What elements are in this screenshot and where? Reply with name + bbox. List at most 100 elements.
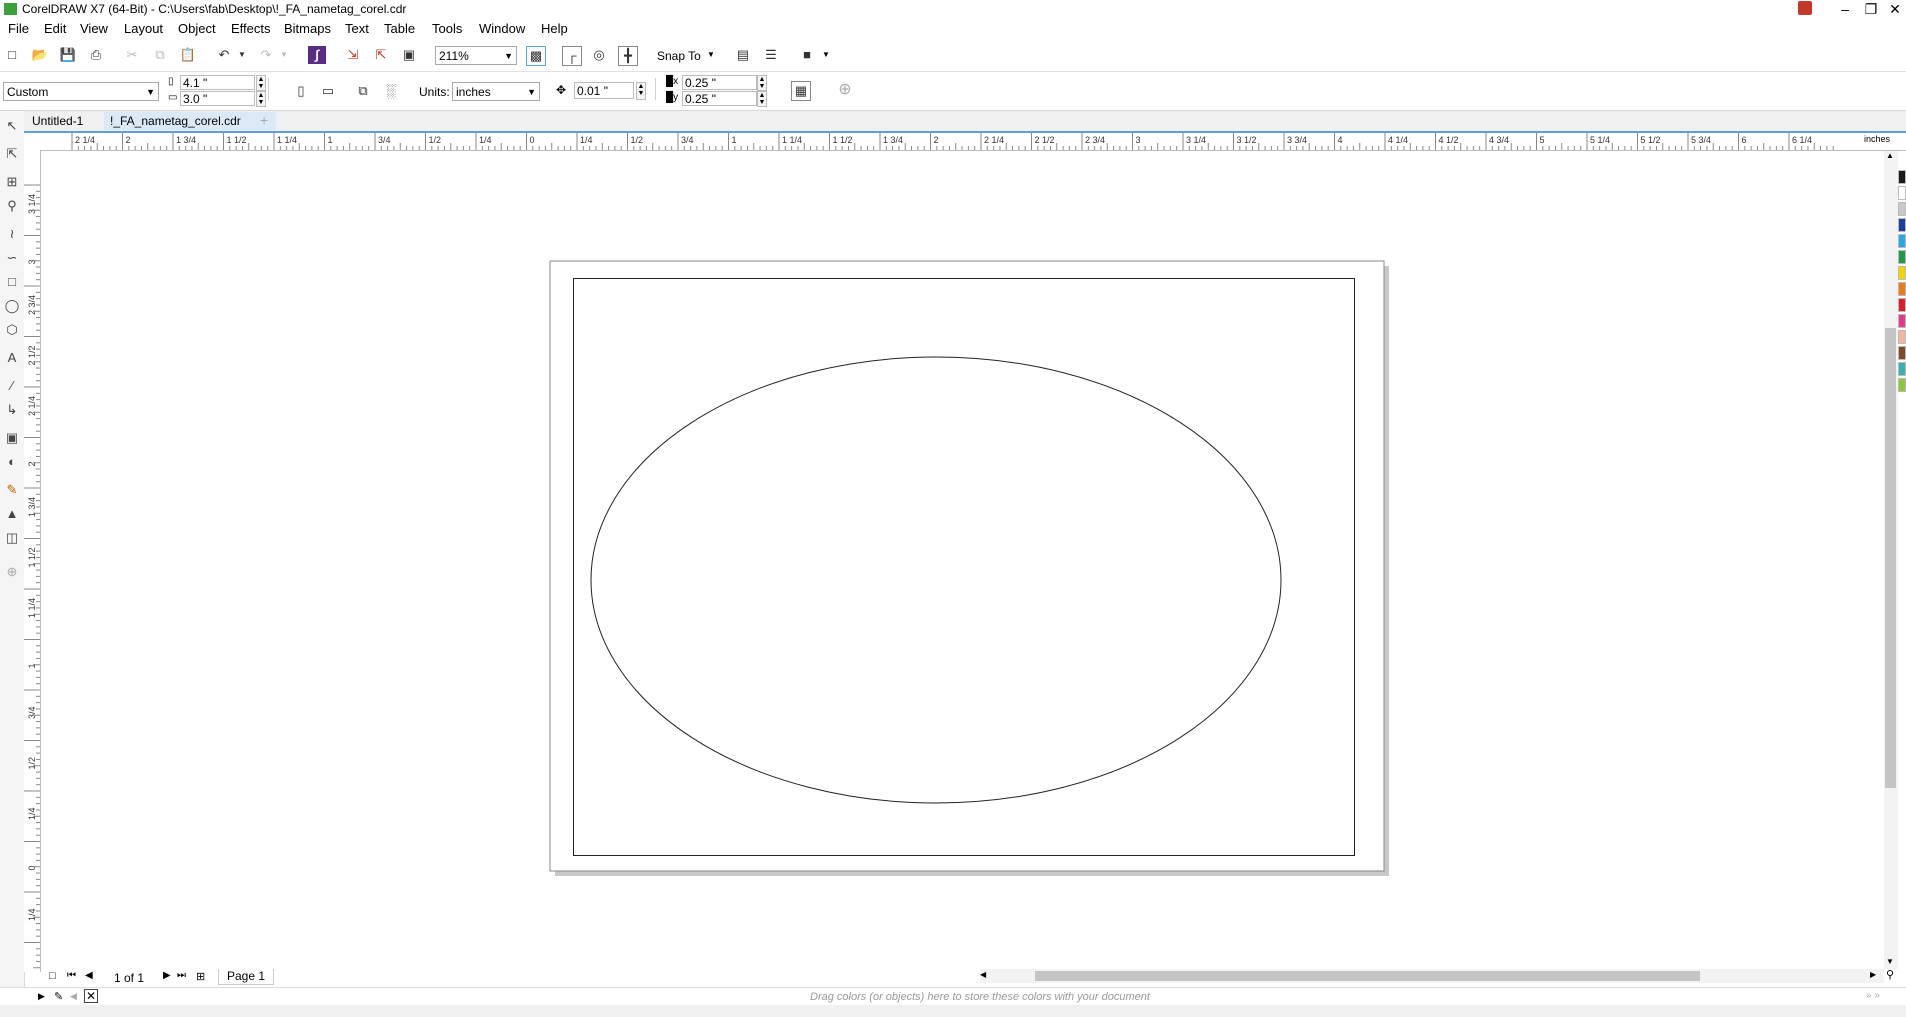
color-swatch[interactable] — [1898, 282, 1906, 296]
restore-button[interactable]: ❐ — [1858, 0, 1884, 18]
page-width-field[interactable]: 4.1 " — [180, 75, 255, 90]
color-swatch[interactable] — [1898, 202, 1906, 216]
save-icon[interactable]: 💾 — [59, 46, 77, 64]
page-height-spinner[interactable]: ▲ ▼ — [256, 91, 266, 107]
redo-icon[interactable]: ↷ — [257, 46, 275, 64]
cut-icon[interactable]: ✂ — [123, 46, 141, 64]
menu-edit[interactable]: Edit — [44, 21, 66, 36]
application-launcher-icon[interactable]: ☰ — [762, 46, 780, 64]
color-swatch[interactable] — [1898, 186, 1906, 200]
quick-customize-icon[interactable]: ⊕ — [836, 81, 854, 99]
menu-tools[interactable]: Tools — [432, 21, 462, 36]
artistic-media-tool-icon[interactable]: ∽ — [3, 249, 21, 267]
color-swatch[interactable] — [1898, 330, 1906, 344]
menu-object[interactable]: Object — [178, 21, 216, 36]
polygon-tool-icon[interactable]: ⬡ — [3, 321, 21, 339]
first-page-icon[interactable]: ⏮ — [67, 970, 76, 981]
connector-tool-icon[interactable]: ↳ — [3, 401, 21, 419]
palette-flyout-icon[interactable]: ▶ — [38, 991, 45, 1002]
copy-icon[interactable]: ⧉ — [151, 46, 169, 64]
treat-as-filled-icon[interactable]: ▦ — [791, 81, 811, 101]
duplicate-x-spinner[interactable]: ▲ ▼ — [757, 75, 767, 91]
color-swatch[interactable] — [1898, 362, 1906, 376]
menu-window[interactable]: Window — [479, 21, 525, 36]
duplicate-y-field[interactable]: 0.25 " — [682, 91, 757, 106]
color-swatch[interactable] — [1898, 314, 1906, 328]
color-swatch[interactable] — [1898, 170, 1906, 184]
tab-nametag-document[interactable]: !_FA_nametag_corel.cdr — [104, 112, 276, 130]
smart-fill-tool-icon[interactable]: ◫ — [3, 529, 21, 547]
nudge-distance-field[interactable]: 0.01 " — [574, 82, 634, 99]
scroll-left-icon[interactable]: ◀ — [980, 970, 986, 979]
menu-view[interactable]: View — [80, 21, 108, 36]
color-swatch[interactable] — [1898, 218, 1906, 232]
parallel-dimension-tool-icon[interactable]: ∕ — [3, 377, 21, 395]
close-button[interactable]: ✕ — [1882, 0, 1906, 18]
new-tab-icon[interactable]: + — [260, 112, 268, 128]
menu-bitmaps[interactable]: Bitmaps — [284, 21, 331, 36]
drawing-canvas[interactable] — [41, 151, 1884, 969]
welcome-screen-icon[interactable]: ■ — [798, 46, 816, 64]
show-guidelines-icon[interactable]: ╋ — [618, 46, 638, 66]
landscape-icon[interactable]: ▭ — [319, 82, 337, 100]
page-options-icon[interactable]: □ — [49, 970, 56, 982]
horizontal-scroll-thumb[interactable] — [1035, 971, 1700, 981]
color-palette[interactable] — [1898, 150, 1906, 970]
paste-icon[interactable]: 📋 — [179, 46, 197, 64]
drop-shadow-tool-icon[interactable]: ▣ — [3, 429, 21, 447]
page-preset-combo[interactable]: Custom ▼ — [3, 82, 159, 101]
vertical-ruler[interactable]: 3 1/4 3 2 3/4 2 1/2 2 1/4 2 1 3/4 1 1/2 1 1/4 1 3/… — [24, 150, 41, 972]
color-swatch[interactable] — [1898, 250, 1906, 264]
units-combo[interactable]: inches ▼ — [452, 82, 540, 101]
color-swatch[interactable] — [1898, 266, 1906, 280]
zoom-fit-icon[interactable]: ▩ — [526, 46, 546, 66]
menu-effects[interactable]: Effects — [231, 21, 271, 36]
color-swatch[interactable] — [1898, 234, 1906, 248]
no-color-swatch[interactable]: ✕ — [84, 989, 98, 1003]
snap-to-button[interactable]: Snap To — [657, 49, 701, 63]
new-document-icon[interactable]: □ — [3, 46, 21, 64]
document-palette[interactable]: ▶ ✎ ◀ ✕ Drag colors (or objects) here to… — [0, 987, 1906, 1006]
drawing-workspace[interactable] — [41, 151, 1884, 969]
page-tab-1[interactable]: Page 1 — [218, 969, 275, 985]
options-icon[interactable]: ▤ — [734, 46, 752, 64]
horizontal-ruler[interactable]: 2 1/4 2 1 3/4 1 1/2 1 1/4 1 3/4 1/2 1/4 0 1/4 1/2 3/… — [40, 133, 1906, 151]
next-page-icon[interactable]: ▶ — [163, 970, 171, 981]
scroll-up-icon[interactable]: ▲ — [1886, 151, 1894, 160]
duplicate-x-field[interactable]: 0.25 " — [682, 75, 757, 90]
color-eyedropper-tool-icon[interactable]: ✎ — [3, 481, 21, 499]
portrait-icon[interactable]: ▯ — [292, 82, 310, 100]
duplicate-y-spinner[interactable]: ▲ ▼ — [757, 91, 767, 107]
pick-tool-icon[interactable]: ↖ — [3, 117, 21, 135]
palette-expand-icon[interactable]: » » — [1866, 990, 1880, 1001]
zoom-navigator-icon[interactable]: ⚲ — [1886, 968, 1894, 981]
last-page-icon[interactable]: ⏭ — [177, 970, 186, 981]
minimize-button[interactable]: – — [1832, 0, 1858, 18]
menu-text[interactable]: Text — [345, 21, 369, 36]
toolbar-options-dropdown-icon[interactable]: ▼ — [822, 50, 830, 59]
page-height-field[interactable]: 3.0 " — [180, 91, 255, 106]
import-icon[interactable]: ⇲ — [344, 46, 362, 64]
menu-file[interactable]: File — [8, 21, 29, 36]
tab-untitled-1[interactable]: Untitled-1 — [26, 112, 90, 130]
all-pages-icon[interactable]: ⧉ — [354, 82, 372, 100]
menu-layout[interactable]: Layout — [124, 21, 163, 36]
show-grid-icon[interactable]: ◎ — [590, 46, 608, 64]
transparency-tool-icon[interactable]: ◐ — [3, 453, 21, 471]
menu-table[interactable]: Table — [384, 21, 415, 36]
eyedropper-icon[interactable]: ✎ — [54, 990, 63, 1003]
snap-to-dropdown-icon[interactable]: ▼ — [707, 50, 715, 59]
page-width-spinner[interactable]: ▲ ▼ — [256, 75, 266, 91]
open-icon[interactable]: 📂 — [31, 46, 49, 64]
zoom-level-combo[interactable]: 211% ▼ — [435, 46, 517, 65]
show-rulers-icon[interactable]: ┌ — [562, 46, 582, 66]
palette-left-icon[interactable]: ◀ — [70, 991, 77, 1002]
export-icon[interactable]: ⇱ — [372, 46, 390, 64]
undo-icon[interactable]: ↶ — [215, 46, 233, 64]
interactive-fill-tool-icon[interactable]: ▲ — [3, 505, 21, 523]
text-tool-icon[interactable]: A — [3, 349, 21, 367]
freehand-tool-icon[interactable]: ≀ — [3, 225, 21, 243]
color-swatch[interactable] — [1898, 378, 1906, 392]
redo-dropdown-icon[interactable]: ▼ — [275, 46, 293, 64]
zoom-tool-icon[interactable]: ⚲ — [3, 197, 21, 215]
